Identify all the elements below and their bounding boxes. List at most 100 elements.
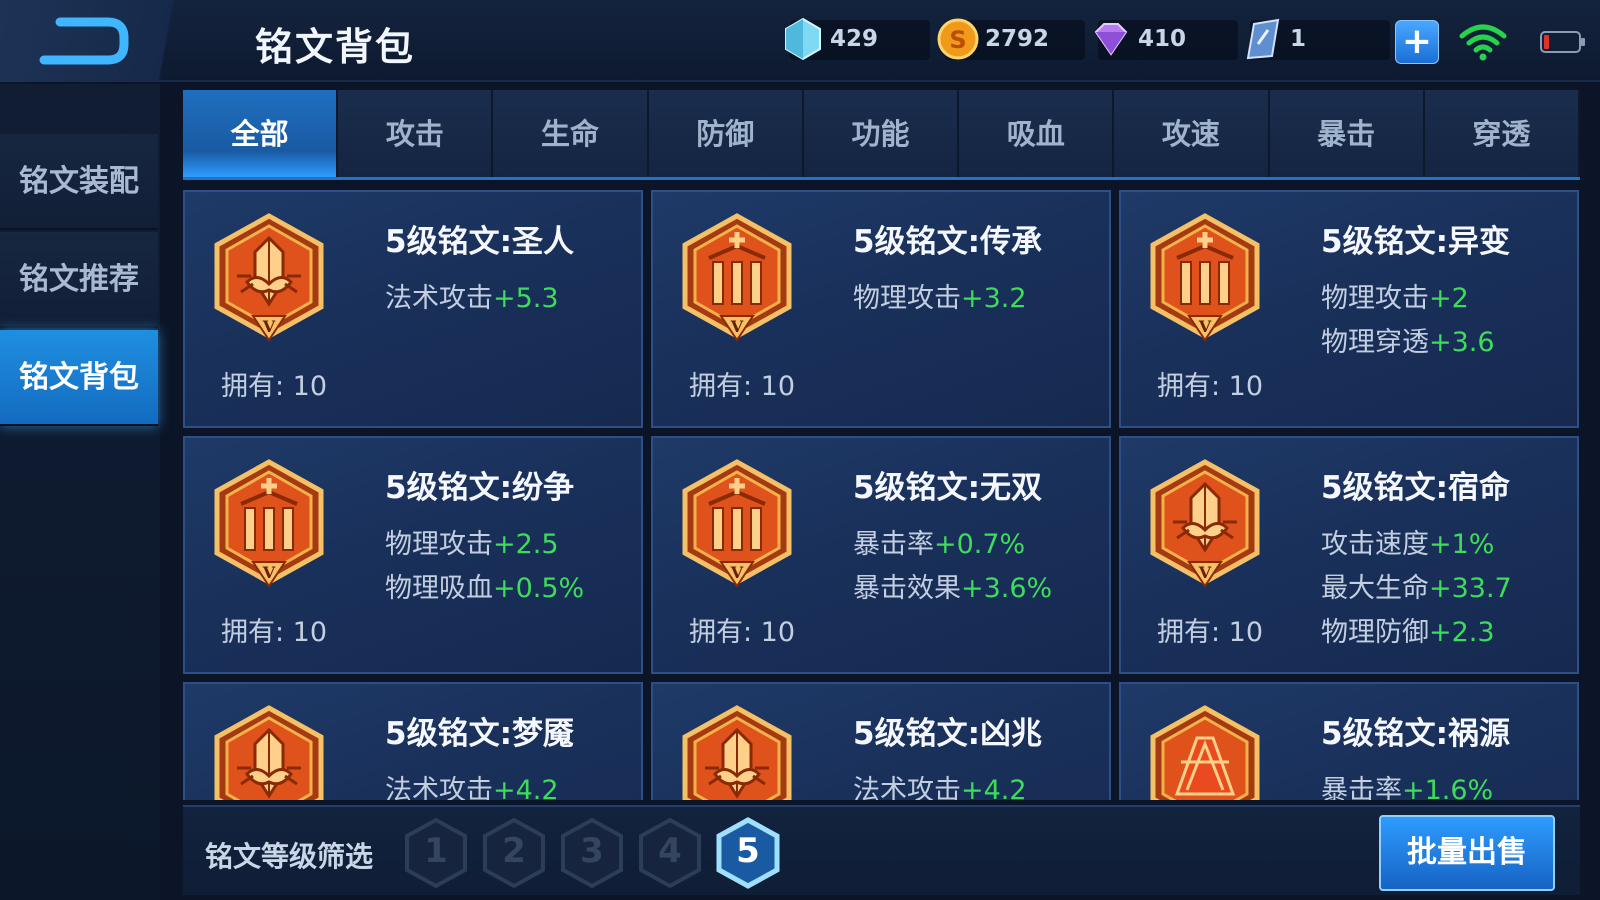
tab-attack-speed[interactable]: 攻速 bbox=[1114, 90, 1270, 177]
inscription-stat: 物理吸血+0.5% bbox=[385, 566, 584, 605]
stat-bonus: +2.3 bbox=[1429, 617, 1495, 648]
bottom-bar: 铭文等级筛选 1 2 3 4 5 批量出售 bbox=[183, 805, 1580, 895]
tab-defense[interactable]: 防御 bbox=[648, 90, 804, 177]
inscription-card[interactable]: V 5级铭文:凶兆法术攻击+4.2 bbox=[651, 682, 1111, 800]
inscription-card[interactable]: V 5级铭文:梦魇法术攻击+4.2 bbox=[183, 682, 643, 800]
gem-currency: 410 bbox=[1094, 20, 1238, 60]
battery-icon bbox=[1540, 31, 1585, 53]
back-arrow-icon bbox=[39, 17, 129, 65]
pillar-emblem-icon: V bbox=[211, 458, 327, 590]
tab-all[interactable]: 全部 bbox=[183, 90, 339, 177]
level-filter-4[interactable]: 4 bbox=[637, 817, 703, 889]
inscription-name: 5级铭文:凶兆 bbox=[853, 716, 1042, 752]
stat-label: 暴击率 bbox=[853, 529, 934, 560]
owned-count: 拥有: 10 bbox=[221, 371, 328, 402]
svg-text:V: V bbox=[1198, 563, 1212, 582]
tab-health[interactable]: 生命 bbox=[493, 90, 649, 177]
level-filter-label: 铭文等级筛选 bbox=[205, 840, 374, 873]
inscription-stat: 物理防御+2.3 bbox=[1321, 610, 1495, 649]
inscription-card[interactable]: V 5级铭文:圣人 法术攻击+5.3 拥有: 10 bbox=[183, 190, 643, 428]
inscription-stat: 暴击率+1.6% bbox=[1321, 768, 1493, 800]
inscription-name: 5级铭文:宿命 bbox=[1321, 470, 1510, 506]
level-filter-5[interactable]: 5 bbox=[715, 817, 781, 889]
inscription-stat: 法术攻击+4.2 bbox=[853, 768, 1027, 800]
inscription-card[interactable]: V 5级铭文:祸源暴击率+1.6% bbox=[1119, 682, 1579, 800]
inscription-grid: V 5级铭文:圣人 法术攻击+5.3 拥有: 10 V 5级铭文:传承 物理攻击+3.2 拥有… bbox=[183, 190, 1580, 800]
crystal-currency: 1 bbox=[1246, 18, 1390, 60]
tab-utility[interactable]: 功能 bbox=[803, 90, 960, 177]
owned-count: 拥有: 10 bbox=[1157, 371, 1264, 402]
recharge-plus-button[interactable]: + bbox=[1395, 20, 1439, 64]
stat-label: 暴击率 bbox=[1321, 775, 1402, 800]
inscription-card[interactable]: V 5级铭文:宿命 攻击速度+1% 最大生命+33.7 物理防御+2.3 拥有: 10 bbox=[1119, 436, 1579, 674]
stat-bonus: +1% bbox=[1429, 529, 1495, 560]
tab-critical[interactable]: 暴击 bbox=[1269, 90, 1425, 177]
inscription-stat: 物理攻击+3.2 bbox=[853, 276, 1027, 315]
stat-bonus: +0.5% bbox=[493, 573, 585, 604]
svg-text:V: V bbox=[262, 317, 276, 336]
stat-bonus: +1.6% bbox=[1402, 775, 1494, 800]
inscription-stat: 暴击效果+3.6% bbox=[853, 566, 1052, 605]
inscription-stat: 法术攻击+4.2 bbox=[385, 768, 559, 800]
sidebar-item-inscription-recommend[interactable]: 铭文推荐 bbox=[0, 232, 158, 328]
inscription-stat: 最大生命+33.7 bbox=[1321, 566, 1512, 605]
stat-bonus: +33.7 bbox=[1429, 573, 1512, 604]
tab-penetration[interactable]: 穿透 bbox=[1424, 90, 1580, 177]
inscription-stat: 法术攻击+5.3 bbox=[385, 276, 559, 315]
stat-bonus: +0.7% bbox=[934, 529, 1026, 560]
back-button[interactable] bbox=[38, 14, 130, 70]
inscription-stat: 暴击率+0.7% bbox=[853, 522, 1025, 561]
svg-text:V: V bbox=[730, 563, 744, 582]
stat-label: 物理攻击 bbox=[853, 283, 961, 314]
svg-text:V: V bbox=[1198, 317, 1212, 336]
inscription-name: 5级铭文:梦魇 bbox=[385, 716, 574, 752]
owned-count: 拥有: 10 bbox=[689, 371, 796, 402]
owned-count: 拥有: 10 bbox=[689, 617, 796, 648]
level-filter-3[interactable]: 3 bbox=[559, 817, 625, 889]
owned-count: 拥有: 10 bbox=[1157, 617, 1264, 648]
inscription-name: 5级铭文:圣人 bbox=[385, 224, 574, 260]
level-filter-1[interactable]: 1 bbox=[403, 817, 469, 889]
stat-label: 法术攻击 bbox=[385, 283, 493, 314]
tab-attack[interactable]: 攻击 bbox=[338, 90, 494, 177]
category-tabs: 全部 攻击 生命 防御 功能 吸血 攻速 暴击 穿透 bbox=[183, 90, 1580, 180]
inscription-name: 5级铭文:无双 bbox=[853, 470, 1042, 506]
svg-text:V: V bbox=[262, 563, 276, 582]
stat-bonus: +2.5 bbox=[493, 529, 559, 560]
batch-sell-button[interactable]: 批量出售 bbox=[1379, 815, 1555, 891]
inscription-stat: 攻击速度+1% bbox=[1321, 522, 1494, 561]
inscription-card[interactable]: V 5级铭文:无双 暴击率+0.7% 暴击效果+3.6% 拥有: 10 bbox=[651, 436, 1111, 674]
inscription-card[interactable]: V 5级铭文:异变 物理攻击+2 物理穿透+3.6 拥有: 10 bbox=[1119, 190, 1579, 428]
tab-lifesteal[interactable]: 吸血 bbox=[959, 90, 1115, 177]
stat-label: 物理攻击 bbox=[385, 529, 493, 560]
stat-label: 法术攻击 bbox=[385, 775, 493, 800]
svg-text:V: V bbox=[730, 317, 744, 336]
stat-bonus: +3.6% bbox=[961, 573, 1053, 604]
stat-label: 攻击速度 bbox=[1321, 529, 1429, 560]
inscription-card[interactable]: V 5级铭文:纷争 物理攻击+2.5 物理吸血+0.5% 拥有: 10 bbox=[183, 436, 643, 674]
crystal-emblem-icon: V bbox=[211, 212, 327, 344]
sidebar-item-inscription-equip[interactable]: 铭文装配 bbox=[0, 134, 158, 230]
diamond-currency: 429 bbox=[785, 17, 930, 61]
wifi-icon bbox=[1459, 24, 1507, 61]
stat-label: 物理穿透 bbox=[1321, 327, 1429, 358]
stat-bonus: +3.2 bbox=[961, 283, 1027, 314]
stat-label: 暴击效果 bbox=[853, 573, 961, 604]
crystal-ticket-icon bbox=[1246, 18, 1280, 60]
level-number: 5 bbox=[736, 831, 760, 871]
inscription-stat: 物理攻击+2 bbox=[1321, 276, 1469, 315]
level-number: 1 bbox=[424, 831, 448, 871]
shard-emblem-icon: V bbox=[1147, 704, 1263, 800]
inscription-card[interactable]: V 5级铭文:传承 物理攻击+3.2 拥有: 10 bbox=[651, 190, 1111, 428]
gold-coin-currency: S 2792 bbox=[937, 18, 1085, 60]
sidebar-item-inscription-bag[interactable]: 铭文背包 bbox=[0, 330, 158, 426]
sidebar: 铭文装配 铭文推荐 铭文背包 bbox=[0, 84, 160, 900]
pillar-emblem-icon: V bbox=[679, 458, 795, 590]
inscription-name: 5级铭文:祸源 bbox=[1321, 716, 1510, 752]
level-filter-2[interactable]: 2 bbox=[481, 817, 547, 889]
level-number: 4 bbox=[658, 831, 682, 871]
crystal-emblem-icon: V bbox=[211, 704, 327, 800]
level-number: 3 bbox=[580, 831, 604, 871]
stat-label: 法术攻击 bbox=[853, 775, 961, 800]
inscription-stat: 物理穿透+3.6 bbox=[1321, 320, 1495, 359]
